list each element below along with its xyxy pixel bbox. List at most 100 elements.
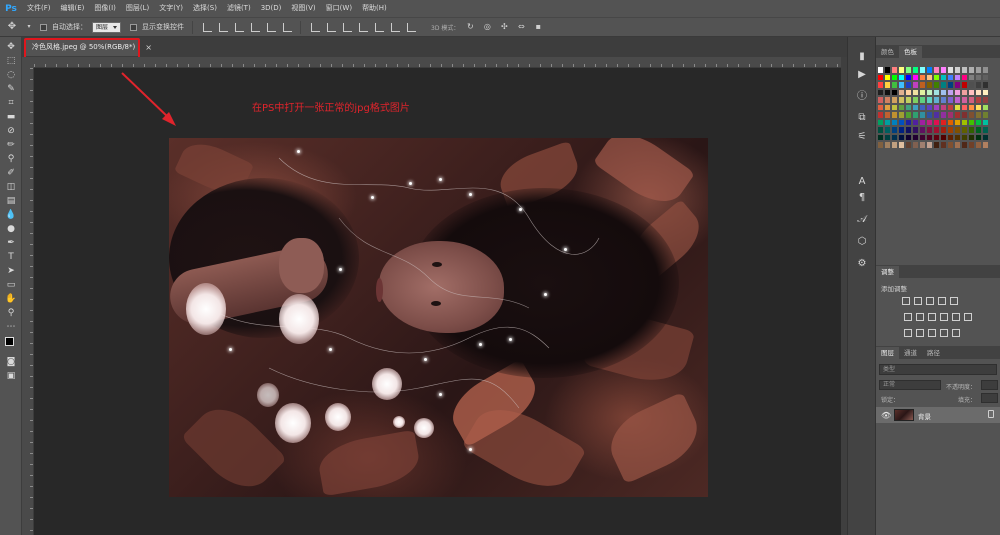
color-swatch[interactable]: [884, 81, 891, 89]
color-swatch[interactable]: [919, 111, 926, 119]
color-swatch[interactable]: [954, 81, 961, 89]
color-swatch[interactable]: [961, 88, 968, 96]
lasso-tool-icon[interactable]: ◌: [5, 70, 17, 81]
color-swatch[interactable]: [926, 133, 933, 141]
color-lookup-icon[interactable]: [964, 313, 972, 321]
color-swatch[interactable]: [877, 103, 884, 111]
vibrance-icon[interactable]: [950, 297, 958, 305]
move-tool-icon[interactable]: ✥: [6, 21, 18, 33]
horizontal-ruler[interactable]: [34, 57, 847, 68]
color-swatch[interactable]: [940, 73, 947, 81]
color-swatch[interactable]: [891, 103, 898, 111]
color-swatch[interactable]: [933, 81, 940, 89]
brush-settings-icon[interactable]: ⚟: [856, 131, 868, 143]
color-swatch[interactable]: [919, 141, 926, 149]
color-swatch[interactable]: [912, 96, 919, 104]
color-swatch[interactable]: [919, 103, 926, 111]
color-swatch[interactable]: [926, 73, 933, 81]
color-swatch[interactable]: [968, 81, 975, 89]
channel-mixer-icon[interactable]: [952, 313, 960, 321]
more-tools-icon[interactable]: ⋯: [5, 322, 17, 333]
color-swatch[interactable]: [968, 66, 975, 74]
color-swatch[interactable]: [898, 133, 905, 141]
properties-icon[interactable]: ⚙: [856, 258, 868, 270]
color-swatch[interactable]: [912, 103, 919, 111]
color-swatch[interactable]: [877, 111, 884, 119]
tab-adjustments[interactable]: 调整: [876, 266, 899, 278]
color-swatch[interactable]: [891, 66, 898, 74]
clone-stamp-tool-icon[interactable]: ⚲: [5, 154, 17, 165]
color-swatch[interactable]: [940, 66, 947, 74]
color-swatch[interactable]: [877, 96, 884, 104]
color-swatch[interactable]: [975, 81, 982, 89]
color-swatch[interactable]: [891, 88, 898, 96]
history-brush-tool-icon[interactable]: ✐: [5, 168, 17, 179]
color-swatch[interactable]: [975, 111, 982, 119]
menu-edit[interactable]: 编辑(E): [56, 0, 90, 17]
color-swatch[interactable]: [905, 81, 912, 89]
color-swatch[interactable]: [982, 141, 989, 149]
color-swatch[interactable]: [961, 96, 968, 104]
color-swatch[interactable]: [982, 126, 989, 134]
tab-paths[interactable]: 路径: [922, 347, 945, 359]
color-swatch[interactable]: [926, 66, 933, 74]
tab-color[interactable]: 颜色: [876, 46, 899, 58]
color-swatch[interactable]: [926, 118, 933, 126]
color-swatch[interactable]: [975, 73, 982, 81]
color-swatch[interactable]: [877, 81, 884, 89]
path-selection-tool-icon[interactable]: ➤: [5, 266, 17, 277]
document-image[interactable]: [169, 138, 708, 497]
color-swatch[interactable]: [954, 111, 961, 119]
align-left-icon[interactable]: [251, 22, 261, 32]
color-swatch[interactable]: [975, 133, 982, 141]
eyedropper-tool-icon[interactable]: ▬: [5, 112, 17, 123]
color-swatch[interactable]: [954, 66, 961, 74]
selective-color-icon[interactable]: [952, 329, 960, 337]
color-swatch[interactable]: [961, 73, 968, 81]
invert-icon[interactable]: [904, 329, 912, 337]
crop-tool-icon[interactable]: ⌗: [5, 98, 17, 109]
color-swatch[interactable]: [933, 66, 940, 74]
healing-brush-tool-icon[interactable]: ⊘: [5, 126, 17, 137]
history-icon[interactable]: ▮: [856, 51, 868, 63]
curves-icon[interactable]: [926, 297, 934, 305]
color-swatch[interactable]: [905, 66, 912, 74]
color-swatch[interactable]: [968, 88, 975, 96]
color-swatch[interactable]: [877, 73, 884, 81]
levels-icon[interactable]: [914, 297, 922, 305]
color-swatch[interactable]: [940, 81, 947, 89]
color-swatch[interactable]: [940, 141, 947, 149]
color-swatch[interactable]: [947, 118, 954, 126]
tab-channels[interactable]: 通道: [899, 347, 922, 359]
color-swatch[interactable]: [905, 96, 912, 104]
color-swatch[interactable]: [912, 73, 919, 81]
color-swatch[interactable]: [877, 118, 884, 126]
color-swatch[interactable]: [898, 73, 905, 81]
color-swatch[interactable]: [877, 66, 884, 74]
eye-icon[interactable]: 👁: [881, 411, 891, 420]
foreground-color-swatch[interactable]: [5, 337, 14, 346]
marquee-tool-icon[interactable]: ⬚: [5, 56, 17, 67]
color-swatch[interactable]: [968, 73, 975, 81]
color-swatch[interactable]: [891, 81, 898, 89]
color-swatch[interactable]: [912, 88, 919, 96]
color-swatch[interactable]: [905, 141, 912, 149]
color-swatch[interactable]: [926, 103, 933, 111]
color-swatch[interactable]: [968, 133, 975, 141]
color-swatch[interactable]: [898, 118, 905, 126]
auto-select-checkbox[interactable]: [40, 23, 47, 31]
color-swatch[interactable]: [919, 133, 926, 141]
color-swatch[interactable]: [982, 73, 989, 81]
show-transform-checkbox[interactable]: [130, 23, 138, 31]
color-swatch[interactable]: [891, 126, 898, 134]
color-swatch[interactable]: [884, 103, 891, 111]
color-swatch[interactable]: [947, 66, 954, 74]
color-swatch[interactable]: [961, 111, 968, 119]
tool-presets-icon[interactable]: ⧉: [856, 112, 868, 124]
color-swatch[interactable]: [898, 103, 905, 111]
color-swatch[interactable]: [919, 118, 926, 126]
menu-view[interactable]: 视图(V): [286, 0, 320, 17]
color-swatch[interactable]: [898, 126, 905, 134]
color-swatch[interactable]: [926, 96, 933, 104]
color-swatch[interactable]: [891, 118, 898, 126]
